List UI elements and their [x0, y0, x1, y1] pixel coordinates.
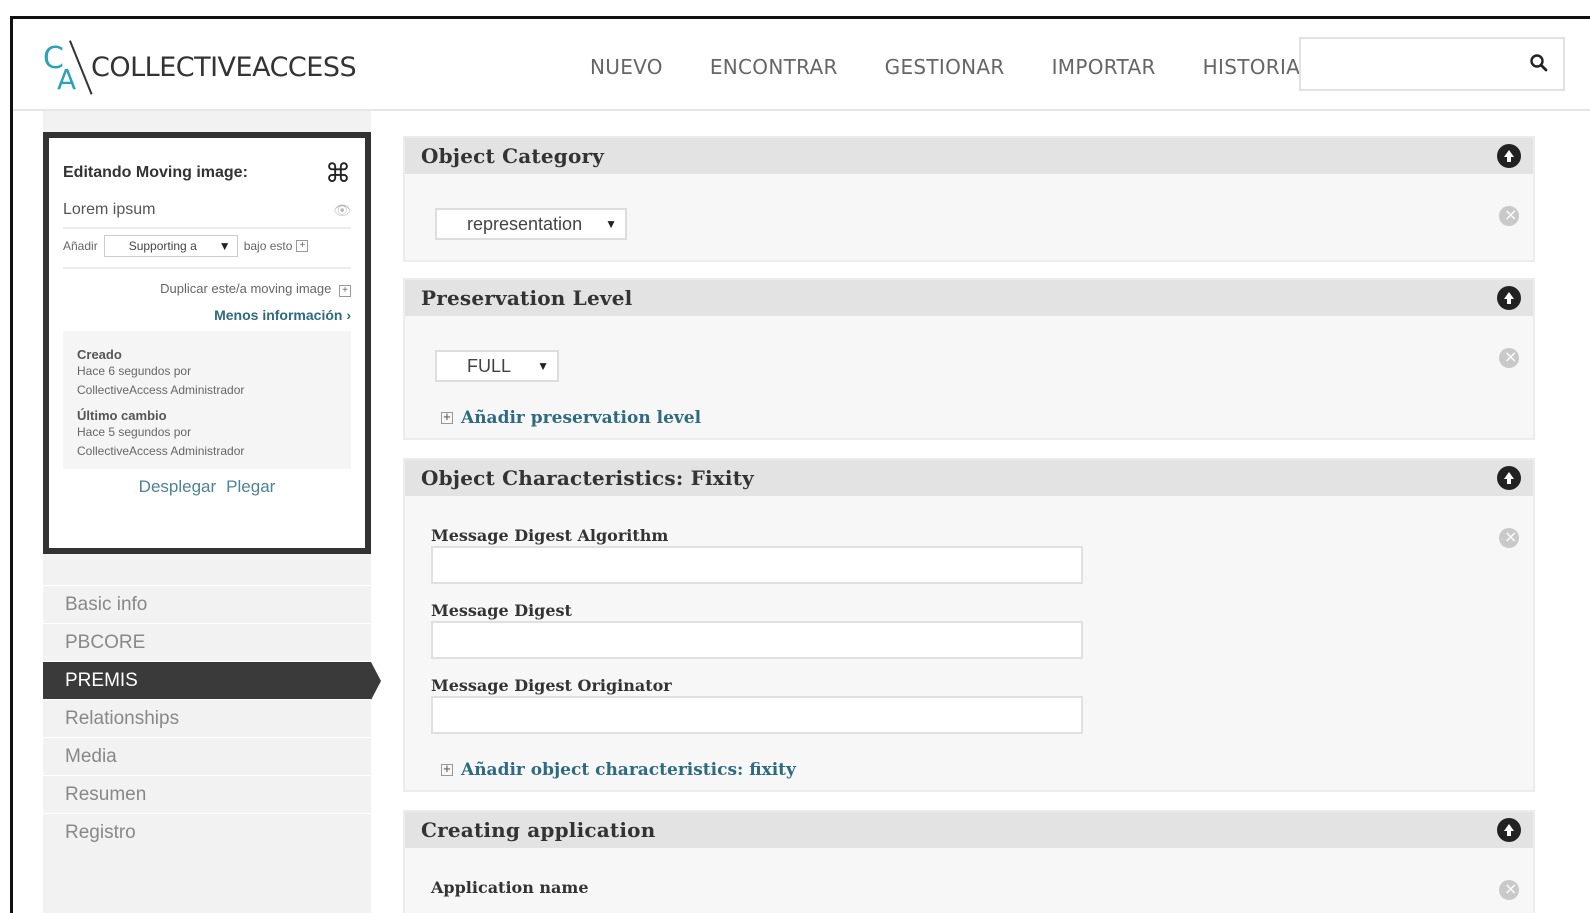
object-category-select[interactable]: representation ▼ — [435, 208, 627, 240]
panel-object-category: Object Category representation ▼ — [403, 136, 1535, 262]
sidebar-item-resumen[interactable]: Resumen — [43, 775, 371, 813]
less-info-link[interactable]: Menos información › — [214, 307, 351, 323]
remove-icon[interactable] — [1499, 527, 1519, 548]
logo-mark: C A — [43, 39, 93, 96]
sidebar-item-basic-info[interactable]: Basic info — [43, 585, 371, 623]
created-text-1: Hace 6 segundos por — [77, 364, 192, 378]
collapse-icon[interactable] — [1497, 286, 1521, 310]
search-icon[interactable] — [1529, 53, 1549, 73]
top-header: C A COLLECTIVEACCESS NUEVO ENCONTRAR GES… — [13, 19, 1590, 111]
add-preservation-level-link[interactable]: + Añadir preservation level — [441, 408, 701, 428]
sidebar-item-premis[interactable]: PREMIS — [43, 661, 381, 700]
digest-originator-input[interactable] — [431, 696, 1083, 734]
field-label-digest: Message Digest — [431, 601, 572, 620]
collapse-link[interactable]: Plegar — [226, 477, 275, 496]
expand-link[interactable]: Desplegar — [139, 477, 217, 496]
main-nav: NUEVO ENCONTRAR GESTIONAR IMPORTAR HISTO… — [590, 55, 1347, 79]
created-text-2: CollectiveAccess Administrador — [77, 383, 245, 397]
search-input[interactable] — [1299, 37, 1565, 91]
record-metadata: Creado Hace 6 segundos por CollectiveAcc… — [63, 331, 351, 469]
dropdown-arrow-icon: ▼ — [537, 359, 549, 373]
remove-icon[interactable] — [1499, 879, 1519, 900]
panel-title: Object Category — [421, 144, 605, 168]
remove-icon[interactable] — [1499, 205, 1519, 226]
panel-title: Object Characteristics: Fixity — [421, 466, 754, 490]
app-frame: C A COLLECTIVEACCESS NUEVO ENCONTRAR GES… — [10, 16, 1590, 913]
panel-fixity: Object Characteristics: Fixity Message D… — [403, 458, 1535, 792]
field-label-application-name: Application name — [431, 878, 589, 897]
sidebar-item-relationships[interactable]: Relationships — [43, 699, 371, 737]
command-icon[interactable]: ⌘ — [325, 158, 351, 189]
dropdown-arrow-icon: ▼ — [605, 217, 617, 231]
panel-title: Creating application — [421, 818, 656, 842]
sidebar-item-pbcore[interactable]: PBCORE — [43, 623, 371, 661]
field-label-digest-algorithm: Message Digest Algorithm — [431, 526, 669, 545]
sidebar-item-media[interactable]: Media — [43, 737, 371, 775]
logo-text: COLLECTIVEACCESS — [91, 51, 357, 83]
nav-importar[interactable]: IMPORTAR — [1052, 55, 1156, 79]
add-child-row: Añadir Supporting a ▼ bajo esto + — [63, 235, 351, 257]
created-label: Creado — [77, 347, 122, 362]
collapse-icon[interactable] — [1497, 466, 1521, 490]
plus-icon: + — [441, 764, 453, 776]
remove-icon[interactable] — [1499, 347, 1519, 368]
duplicate-icon[interactable]: + — [339, 285, 351, 297]
add-type-select[interactable]: Supporting a ▼ — [103, 235, 238, 257]
section-nav: Basic info PBCORE PREMIS Relationships M… — [43, 585, 381, 851]
duplicate-link[interactable]: Duplicar este/a moving image — [160, 281, 331, 296]
collapse-icon[interactable] — [1497, 144, 1521, 168]
nav-gestionar[interactable]: GESTIONAR — [885, 55, 1005, 79]
changed-label: Último cambio — [77, 408, 167, 423]
add-child-button[interactable]: + — [296, 240, 309, 252]
duplicate-row: Duplicar este/a moving image + — [63, 281, 351, 297]
collectiveaccess-logo[interactable]: C A COLLECTIVEACCESS — [43, 37, 357, 97]
digest-algorithm-input[interactable] — [431, 546, 1083, 584]
add-label: Añadir — [63, 239, 98, 253]
changed-text-1: Hace 5 segundos por — [77, 425, 192, 439]
nav-encontrar[interactable]: ENCONTRAR — [710, 55, 838, 79]
record-info-box: Editando Moving image: ⌘ Lorem ipsum 👁 A… — [43, 132, 371, 554]
collapse-icon[interactable] — [1497, 818, 1521, 842]
sidebar-item-registro[interactable]: Registro — [43, 813, 371, 851]
nav-historia[interactable]: HISTORIA — [1203, 55, 1300, 79]
add-fixity-link[interactable]: + Añadir object characteristics: fixity — [441, 760, 796, 780]
dropdown-arrow-icon: ▼ — [218, 239, 231, 253]
eye-icon[interactable]: 👁 — [333, 202, 351, 219]
panel-preservation-level: Preservation Level FULL ▼ + Añadir prese… — [403, 278, 1535, 440]
record-name: Lorem ipsum — [63, 201, 156, 218]
nav-nuevo[interactable]: NUEVO — [590, 55, 663, 79]
logo-letter-a: A — [57, 63, 77, 96]
panel-creating-application: Creating application Application name — [403, 810, 1535, 913]
digest-input[interactable] — [431, 621, 1083, 659]
panel-title: Preservation Level — [421, 286, 633, 310]
plus-icon: + — [441, 412, 453, 424]
preservation-level-select[interactable]: FULL ▼ — [435, 350, 559, 382]
add-suffix: bajo esto — [243, 239, 293, 253]
changed-text-2: CollectiveAccess Administrador — [77, 444, 245, 458]
editing-title: Editando Moving image: — [63, 163, 248, 181]
field-label-digest-originator: Message Digest Originator — [431, 676, 672, 695]
